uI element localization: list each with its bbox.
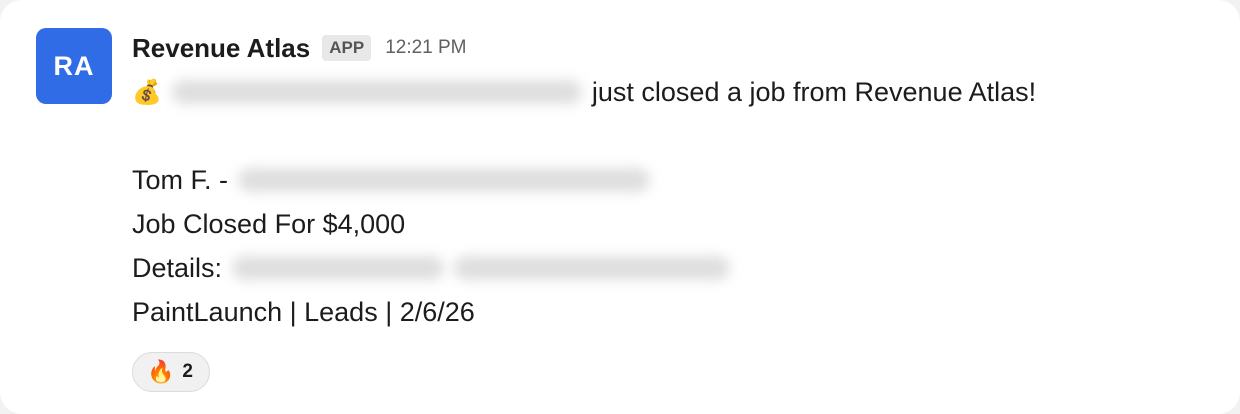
app-badge: APP [322, 35, 372, 61]
message-content: Revenue Atlas APP 12:21 PM 💰 just closed… [132, 30, 1200, 392]
message-line-details: Details: [132, 246, 1200, 290]
message-line-announcement: 💰 just closed a job from Revenue Atlas! [132, 70, 1200, 114]
redacted-name [171, 80, 582, 104]
customer-label: Tom F. - [132, 164, 229, 195]
message-header: Revenue Atlas APP 12:21 PM [132, 30, 1200, 66]
money-bag-icon: 💰 [132, 78, 162, 106]
message-line-customer: Tom F. - [132, 158, 1200, 202]
redacted-email [454, 256, 731, 280]
message-line-amount: Job Closed For $4,000 [132, 202, 1200, 246]
avatar[interactable]: RA [36, 28, 112, 104]
announcement-text: just closed a job from Revenue Atlas! [591, 76, 1037, 107]
redacted-phone [232, 256, 445, 280]
message-card: RA Revenue Atlas APP 12:21 PM 💰 just clo… [0, 0, 1240, 414]
source-text: PaintLaunch | Leads | 2/6/26 [132, 296, 475, 327]
job-amount-text: Job Closed For $4,000 [132, 208, 406, 239]
fire-icon: 🔥 [147, 359, 175, 384]
details-label: Details: [132, 252, 223, 283]
message-timestamp[interactable]: 12:21 PM [385, 37, 466, 59]
reaction-count: 2 [182, 361, 193, 382]
sender-name[interactable]: Revenue Atlas [132, 33, 310, 64]
reaction-pill[interactable]: 🔥 2 [132, 352, 210, 392]
message-line-source: PaintLaunch | Leads | 2/6/26 [132, 290, 1200, 334]
redacted-customer [238, 168, 651, 192]
